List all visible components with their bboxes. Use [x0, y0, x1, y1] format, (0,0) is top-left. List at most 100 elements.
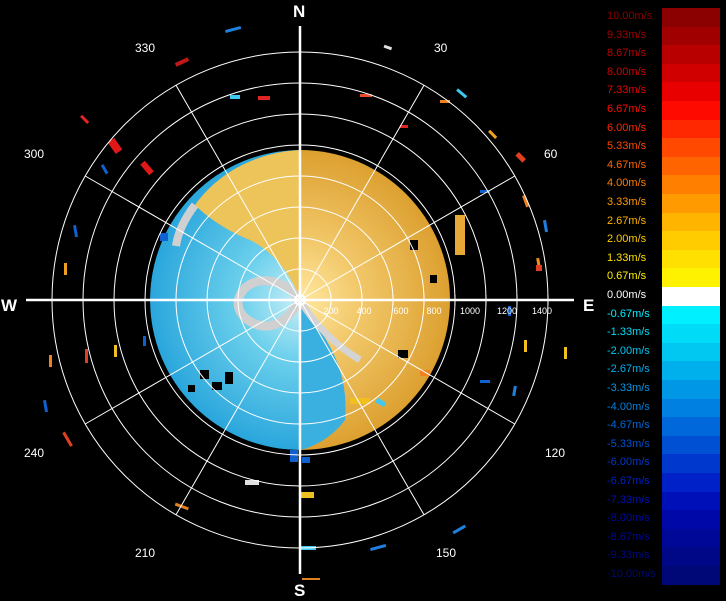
- range-label-1000: 1000: [460, 306, 480, 316]
- bearing-label-240: 240: [24, 446, 45, 460]
- legend-label: -5.33m/s: [607, 437, 650, 450]
- legend-entry: 10.00m/s: [604, 8, 722, 27]
- legend-swatch: [662, 45, 720, 64]
- range-label-800: 800: [426, 306, 441, 316]
- legend-entry: -8.67m/s: [604, 528, 722, 548]
- legend-swatch: [662, 101, 720, 120]
- range-label-1200: 1200: [497, 306, 517, 316]
- legend-label: -4.67m/s: [607, 419, 650, 432]
- legend-label: 8.67m/s: [607, 47, 647, 60]
- legend-entry: -6.00m/s: [604, 454, 722, 473]
- legend-entry: 4.67m/s: [604, 156, 722, 176]
- range-labels: 200 400 600 800 1000 1200 1400: [323, 306, 552, 316]
- legend-label: 6.00m/s: [607, 121, 647, 134]
- legend-entry: 7.33m/s: [604, 82, 722, 101]
- legend-entry: 0.67m/s: [604, 268, 722, 287]
- legend-entry: -3.33m/s: [604, 380, 722, 399]
- legend-swatch: [662, 175, 720, 194]
- legend-entry: 6.00m/s: [604, 119, 722, 139]
- compass-north: N: [293, 2, 306, 21]
- range-label-600: 600: [393, 306, 408, 316]
- legend-label: -9.33m/s: [607, 549, 650, 562]
- legend-swatch: [662, 454, 720, 473]
- bearing-label-60: 60: [544, 147, 558, 161]
- legend-label: -6.00m/s: [607, 456, 650, 469]
- legend-label: 10.00m/s: [607, 10, 653, 22]
- legend-swatch: [662, 8, 720, 27]
- legend-swatch: [662, 26, 720, 46]
- legend-label: 1.33m/s: [607, 251, 647, 264]
- compass-west: W: [1, 296, 18, 315]
- legend-swatch: [662, 287, 720, 306]
- legend-label: -1.33m/s: [607, 326, 650, 339]
- legend-swatch: [662, 473, 720, 492]
- legend-label: 5.33m/s: [607, 140, 647, 153]
- bearing-label-150: 150: [436, 546, 457, 560]
- range-label-200: 200: [323, 306, 338, 316]
- bearing-label-300: 300: [24, 147, 45, 161]
- legend-label: 0.67m/s: [607, 270, 647, 283]
- legend-entry: 1.33m/s: [604, 249, 722, 269]
- legend-entry: -6.67m/s: [604, 473, 722, 492]
- legend-swatch: [662, 547, 720, 566]
- legend-entry: -8.00m/s: [604, 510, 722, 529]
- velocity-legend: 10.00m/s 9.33m/s 8.67m/s 8.00m/s 7.33m/s 6.67…: [604, 8, 722, 592]
- legend-entry: -10.00m/s: [604, 566, 722, 585]
- legend-swatch: [662, 231, 720, 250]
- legend-swatch: [662, 138, 720, 157]
- legend-swatch: [662, 324, 720, 343]
- bearing-label-30: 30: [434, 41, 448, 55]
- bearing-label-330: 330: [135, 41, 156, 55]
- legend-swatch: [662, 194, 720, 213]
- legend-label: 9.33m/s: [607, 28, 647, 41]
- legend-entry: 5.33m/s: [604, 138, 722, 157]
- compass-east: E: [583, 296, 595, 315]
- legend-entry: -9.33m/s: [604, 547, 722, 566]
- legend-entry: -0.67m/s: [604, 305, 722, 325]
- bearing-label-120: 120: [545, 446, 566, 460]
- legend-entry: 2.00m/s: [604, 231, 722, 250]
- legend-swatch: [662, 156, 720, 176]
- legend-label: 7.33m/s: [607, 84, 647, 97]
- legend-label: -6.67m/s: [607, 475, 650, 487]
- legend-entry: 4.00m/s: [604, 175, 722, 194]
- legend-entry: 2.67m/s: [604, 212, 722, 232]
- legend-label: -10.00m/s: [607, 568, 656, 580]
- legend-swatch: [662, 249, 720, 269]
- legend-swatch: [662, 82, 720, 101]
- legend-label: 4.67m/s: [607, 158, 647, 171]
- legend-entry: -1.33m/s: [604, 324, 722, 343]
- legend-label: 2.67m/s: [607, 214, 647, 227]
- legend-swatch: [662, 305, 720, 325]
- legend-swatch: [662, 435, 720, 455]
- legend-swatch: [662, 119, 720, 139]
- south-marker: [302, 578, 320, 580]
- bearing-label-210: 210: [135, 546, 156, 560]
- legend-swatch: [662, 268, 720, 287]
- legend-label: -3.33m/s: [607, 382, 650, 394]
- legend-entry: -4.67m/s: [604, 417, 722, 436]
- radar-display: 200 400 600 800 1000 1200 1400: [26, 25, 574, 574]
- compass-south: S: [294, 581, 306, 600]
- legend-entry: 8.00m/s: [604, 63, 722, 83]
- legend-swatch: [662, 528, 720, 548]
- legend-entry: -2.00m/s: [604, 342, 722, 362]
- legend-label: -0.67m/s: [607, 307, 650, 320]
- legend-swatch: [662, 63, 720, 83]
- legend-swatch: [662, 342, 720, 362]
- legend-swatch: [662, 566, 720, 585]
- range-label-400: 400: [356, 306, 371, 316]
- legend-label: -8.00m/s: [607, 512, 650, 525]
- legend-swatch: [662, 361, 720, 380]
- legend-swatch: [662, 491, 720, 511]
- legend-swatch: [662, 398, 720, 418]
- legend-label: -2.67m/s: [607, 363, 650, 376]
- legend-entry: 8.67m/s: [604, 45, 722, 64]
- legend-label: 3.33m/s: [607, 196, 647, 208]
- legend-swatch: [662, 417, 720, 436]
- legend-swatch: [662, 510, 720, 529]
- legend-entry: -2.67m/s: [604, 361, 722, 380]
- legend-entry: 0.00m/s: [604, 287, 722, 306]
- legend-label: -8.67m/s: [607, 530, 650, 543]
- legend-entry: -4.00m/s: [604, 398, 722, 418]
